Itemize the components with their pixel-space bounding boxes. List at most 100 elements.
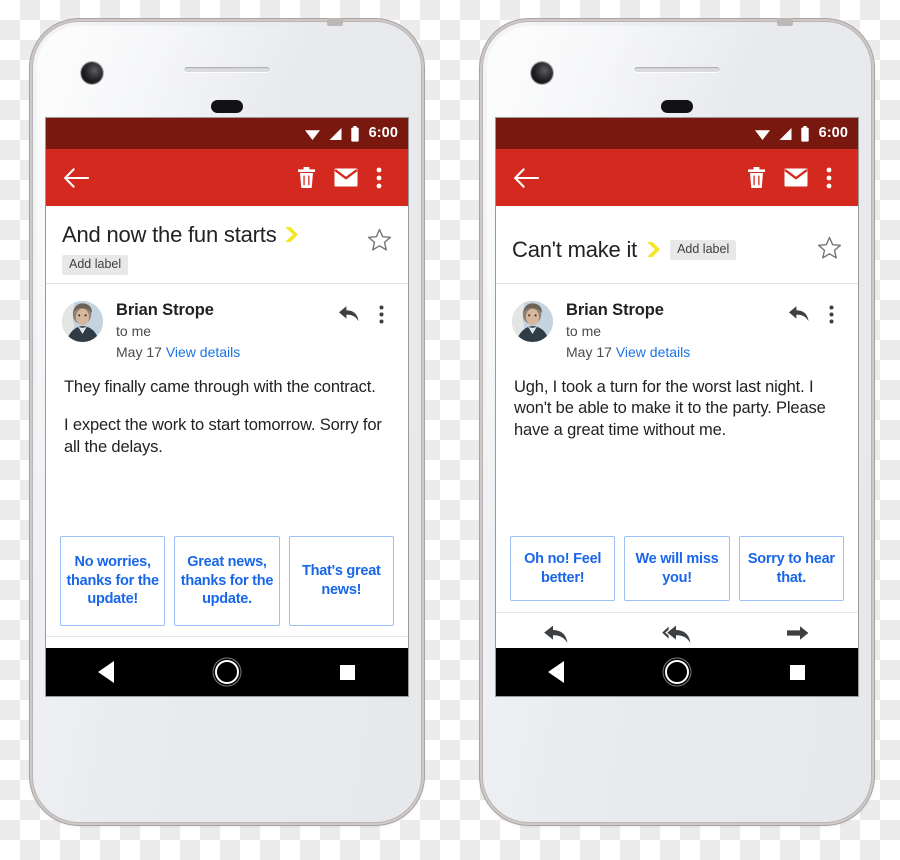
delete-button[interactable] <box>736 158 776 198</box>
avatar-photo <box>62 301 103 342</box>
important-marker-icon[interactable] <box>284 226 299 243</box>
smart-reply-row: Oh no! Feel better! We will miss you! So… <box>496 536 858 601</box>
subject-line: And now the fun starts <box>62 222 359 247</box>
subject-row: Can't make it Add label <box>512 222 842 278</box>
nav-home-button[interactable] <box>167 660 288 684</box>
star-button[interactable] <box>367 228 392 257</box>
trash-icon <box>297 166 315 188</box>
subject-main: Can't make it Add label <box>512 237 809 262</box>
nav-home-icon <box>665 660 689 684</box>
front-camera-icon <box>531 62 553 84</box>
smart-reply-chip[interactable]: No worries, thanks for the update! <box>60 536 166 626</box>
screenshot-stage: 6:00 And now the fun starts Add label Br… <box>0 0 900 860</box>
phone-device-1: 6:00 And now the fun starts Add label Br… <box>33 18 421 822</box>
app-toolbar <box>496 149 858 206</box>
sender-recipient[interactable]: to me <box>566 321 786 342</box>
wifi-icon <box>754 129 770 140</box>
star-button[interactable] <box>817 236 842 265</box>
delete-button[interactable] <box>286 158 326 198</box>
smart-reply-chip[interactable]: We will miss you! <box>624 536 730 601</box>
message-date: May 17 <box>566 343 612 360</box>
nav-home-button[interactable] <box>617 660 738 684</box>
envelope-icon <box>784 168 808 187</box>
nav-recent-icon <box>340 664 356 680</box>
proximity-sensor <box>661 100 693 113</box>
status-bar: 6:00 <box>46 118 408 149</box>
page-title: And now the fun starts <box>62 222 277 247</box>
reply-all-arrow-icon <box>662 625 691 643</box>
sender-meta: May 17 View details <box>116 342 336 363</box>
arrow-back-icon <box>63 167 89 188</box>
subject-line: Can't make it Add label <box>512 237 809 262</box>
reply-arrow-icon <box>789 306 809 322</box>
message-reply-button[interactable] <box>336 301 362 327</box>
message-paragraph: I expect the work to start tomorrow. Sor… <box>64 416 382 456</box>
message-overflow-button[interactable] <box>818 301 844 327</box>
front-camera-icon <box>81 62 103 84</box>
message-reply-button[interactable] <box>786 301 812 327</box>
sender-block: Brian Strope to me May 17 View details <box>103 299 336 363</box>
status-time: 6:00 <box>818 125 848 142</box>
subject-area: Can't make it Add label <box>496 206 858 284</box>
view-details-link[interactable]: View details <box>616 344 690 360</box>
phone-screen-1: 6:00 And now the fun starts Add label Br… <box>46 118 408 696</box>
android-nav-bar <box>496 648 858 696</box>
nav-back-button[interactable] <box>46 661 167 683</box>
app-toolbar <box>46 149 408 206</box>
nav-recent-button[interactable] <box>737 664 858 680</box>
star-outline-icon <box>817 236 842 259</box>
smart-reply-chip[interactable]: Sorry to hear that. <box>738 536 844 601</box>
message-body: Ugh, I took a turn for the worst last ni… <box>496 363 858 441</box>
back-button[interactable] <box>509 158 543 198</box>
smart-reply-chip[interactable]: That's great news! <box>288 536 394 626</box>
battery-icon <box>350 125 359 142</box>
sender-name: Brian Strope <box>566 301 664 319</box>
phone-screen-2: 6:00 Can't make it Add label Brian Strop… <box>496 118 858 696</box>
android-nav-bar <box>46 648 408 696</box>
message-header: Brian Strope to me May 17 View details <box>496 284 858 363</box>
nav-back-icon <box>548 661 565 683</box>
trash-icon <box>747 166 765 188</box>
power-button[interactable] <box>777 18 793 26</box>
page-title: Can't make it <box>512 237 638 263</box>
earpiece-speaker <box>634 67 720 72</box>
important-marker-icon[interactable] <box>646 241 661 258</box>
power-button[interactable] <box>327 18 343 26</box>
message-date: May 17 <box>116 343 162 360</box>
overflow-menu-icon <box>826 167 832 188</box>
reply-arrow-icon <box>339 306 359 322</box>
smart-reply-chip[interactable]: Oh no! Feel better! <box>510 536 616 601</box>
message-header: Brian Strope to me May 17 View details <box>46 284 408 363</box>
avatar[interactable] <box>62 301 103 342</box>
subject-main: And now the fun starts Add label <box>62 222 359 275</box>
add-label-chip[interactable]: Add label <box>670 240 737 260</box>
arrow-back-icon <box>513 167 539 188</box>
sender-block: Brian Strope to me May 17 View details <box>553 299 786 363</box>
overflow-menu-icon <box>376 167 382 188</box>
sender-meta: May 17 View details <box>566 342 786 363</box>
smart-reply-chip[interactable]: Great news, thanks for the update. <box>174 536 280 626</box>
back-button[interactable] <box>59 158 93 198</box>
sender-recipient[interactable]: to me <box>116 321 336 342</box>
avatar-photo <box>512 301 553 342</box>
avatar[interactable] <box>512 301 553 342</box>
envelope-icon <box>334 168 358 187</box>
mark-unread-button[interactable] <box>776 158 816 198</box>
wifi-icon <box>304 129 320 140</box>
view-details-link[interactable]: View details <box>166 344 240 360</box>
nav-home-icon <box>215 660 239 684</box>
message-paragraph: Ugh, I took a turn for the worst last ni… <box>514 377 826 439</box>
status-time: 6:00 <box>368 125 398 142</box>
cellular-signal-icon <box>779 127 792 140</box>
nav-back-button[interactable] <box>496 661 617 683</box>
status-bar: 6:00 <box>496 118 858 149</box>
mark-unread-button[interactable] <box>326 158 366 198</box>
nav-recent-button[interactable] <box>287 664 408 680</box>
message-body: They finally came through with the contr… <box>46 363 408 458</box>
star-outline-icon <box>367 228 392 251</box>
overflow-menu-button[interactable] <box>366 158 392 198</box>
overflow-menu-button[interactable] <box>816 158 842 198</box>
message-overflow-button[interactable] <box>368 301 394 327</box>
add-label-chip[interactable]: Add label <box>62 255 129 275</box>
proximity-sensor <box>211 100 243 113</box>
